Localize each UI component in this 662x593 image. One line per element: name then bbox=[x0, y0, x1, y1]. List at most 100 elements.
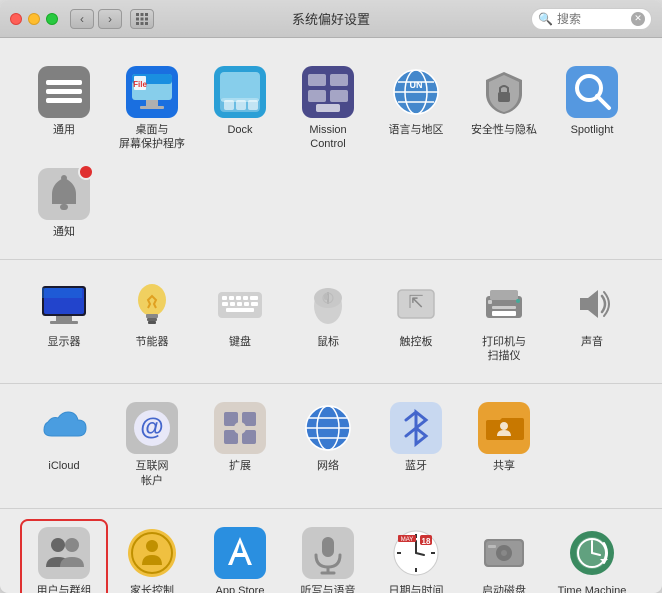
forward-button[interactable]: › bbox=[98, 9, 122, 29]
svg-text:UN: UN bbox=[410, 80, 423, 90]
pref-internet[interactable]: @ 互联网帐户 bbox=[108, 394, 196, 496]
svg-text:File: File bbox=[133, 80, 147, 89]
parental-label: 家长控制 bbox=[130, 584, 174, 593]
pref-parental[interactable]: 家长控制 bbox=[108, 519, 196, 593]
section-row: 用户与群组 家长控制 bbox=[20, 519, 642, 593]
back-button[interactable]: ‹ bbox=[70, 9, 94, 29]
grid-button[interactable] bbox=[130, 9, 154, 29]
desktop-label: 桌面与屏幕保护程序 bbox=[119, 123, 185, 152]
pref-sound[interactable]: 声音 bbox=[548, 270, 636, 372]
notification-icon bbox=[38, 168, 90, 220]
pref-extensions[interactable]: 扩展 bbox=[196, 394, 284, 496]
internet-label: 互联网帐户 bbox=[136, 459, 169, 488]
section-row: 通用 File bbox=[20, 58, 642, 247]
energy-icon bbox=[126, 278, 178, 330]
language-label: 语言与地区 bbox=[389, 123, 444, 137]
pref-appstore[interactable]: App Store bbox=[196, 519, 284, 593]
search-input[interactable] bbox=[557, 12, 627, 26]
pref-desktop[interactable]: File 桌面与屏幕保护程序 bbox=[108, 58, 196, 160]
bluetooth-label: 蓝牙 bbox=[405, 459, 427, 473]
pref-display[interactable]: 显示器 bbox=[20, 270, 108, 372]
close-button[interactable] bbox=[10, 13, 22, 25]
language-icon: UN bbox=[390, 66, 442, 118]
sharing-label: 共享 bbox=[493, 459, 515, 473]
svg-text:MAY: MAY bbox=[401, 537, 414, 543]
preferences-content: 通用 File bbox=[0, 38, 662, 593]
pref-keyboard[interactable]: 键盘 bbox=[196, 270, 284, 372]
icloud-label: iCloud bbox=[48, 459, 79, 473]
pref-sharing[interactable]: 共享 bbox=[460, 394, 548, 496]
pref-users[interactable]: 用户与群组 bbox=[20, 519, 108, 593]
minimize-button[interactable] bbox=[28, 13, 40, 25]
maximize-button[interactable] bbox=[46, 13, 58, 25]
datetime-label: 日期与时间 bbox=[389, 584, 444, 593]
general-icon bbox=[38, 66, 90, 118]
notification-badge bbox=[78, 164, 94, 180]
keyboard-icon bbox=[214, 278, 266, 330]
section-personal: 通用 File bbox=[0, 48, 662, 260]
search-box[interactable]: 🔍 ✕ bbox=[531, 8, 652, 30]
dictation-icon bbox=[302, 527, 354, 579]
section-system: 用户与群组 家长控制 bbox=[0, 509, 662, 593]
section-row: 显示器 节能器 bbox=[20, 270, 642, 372]
pref-printer[interactable]: 打印机与扫描仪 bbox=[460, 270, 548, 372]
pref-general[interactable]: 通用 bbox=[20, 58, 108, 160]
pref-timemachine[interactable]: Time Machine bbox=[548, 519, 636, 593]
traffic-lights bbox=[10, 13, 58, 25]
timemachine-icon bbox=[566, 527, 618, 579]
energy-label: 节能器 bbox=[136, 335, 169, 349]
dictation-label: 听写与语音 bbox=[301, 584, 356, 593]
desktop-icon: File bbox=[126, 66, 178, 118]
titlebar: ‹ › 系统偏好设置 🔍 ✕ bbox=[0, 0, 662, 38]
timemachine-label: Time Machine bbox=[558, 584, 627, 593]
pref-dock[interactable]: Dock bbox=[196, 58, 284, 160]
pref-security[interactable]: 安全性与隐私 bbox=[460, 58, 548, 160]
search-clear-button[interactable]: ✕ bbox=[631, 12, 645, 26]
display-label: 显示器 bbox=[48, 335, 81, 349]
sharing-icon bbox=[478, 402, 530, 454]
pref-energy[interactable]: 节能器 bbox=[108, 270, 196, 372]
mission-icon bbox=[302, 66, 354, 118]
icloud-icon bbox=[38, 402, 90, 454]
pref-bluetooth[interactable]: 蓝牙 bbox=[372, 394, 460, 496]
internet-icon: @ bbox=[126, 402, 178, 454]
svg-text:@: @ bbox=[140, 414, 163, 441]
window-title: 系统偏好设置 bbox=[292, 9, 370, 28]
svg-text:18: 18 bbox=[422, 537, 431, 546]
startup-label: 启动磁盘 bbox=[482, 584, 526, 593]
spotlight-label: Spotlight bbox=[571, 123, 614, 137]
pref-trackpad[interactable]: ⇱ 触控板 bbox=[372, 270, 460, 372]
pref-mission[interactable]: MissionControl bbox=[284, 58, 372, 160]
sound-label: 声音 bbox=[581, 335, 603, 349]
pref-language[interactable]: UN 语言与地区 bbox=[372, 58, 460, 160]
pref-notification[interactable]: 通知 bbox=[20, 160, 108, 247]
pref-icloud[interactable]: iCloud bbox=[20, 394, 108, 496]
nav-buttons: ‹ › bbox=[70, 9, 122, 29]
extensions-label: 扩展 bbox=[229, 459, 251, 473]
dock-icon bbox=[214, 66, 266, 118]
security-label: 安全性与隐私 bbox=[471, 123, 537, 137]
search-icon: 🔍 bbox=[538, 12, 553, 26]
pref-mouse[interactable]: 鼠标 bbox=[284, 270, 372, 372]
users-icon bbox=[38, 527, 90, 579]
keyboard-label: 键盘 bbox=[229, 335, 251, 349]
display-icon bbox=[38, 278, 90, 330]
pref-datetime[interactable]: 18 MAY 日期与时间 bbox=[372, 519, 460, 593]
datetime-icon: 18 MAY bbox=[390, 527, 442, 579]
pref-dictation[interactable]: 听写与语音 bbox=[284, 519, 372, 593]
network-label: 网络 bbox=[317, 459, 339, 473]
notification-label: 通知 bbox=[53, 225, 75, 239]
pref-spotlight[interactable]: Spotlight bbox=[548, 58, 636, 160]
parental-icon bbox=[126, 527, 178, 579]
mouse-label: 鼠标 bbox=[317, 335, 339, 349]
mouse-icon bbox=[302, 278, 354, 330]
pref-startup[interactable]: 启动磁盘 bbox=[460, 519, 548, 593]
section-row: iCloud @ 互联网帐户 bbox=[20, 394, 642, 496]
bluetooth-icon bbox=[390, 402, 442, 454]
appstore-icon bbox=[214, 527, 266, 579]
system-preferences-window: ‹ › 系统偏好设置 🔍 ✕ bbox=[0, 0, 662, 593]
pref-network[interactable]: 网络 bbox=[284, 394, 372, 496]
sound-icon bbox=[566, 278, 618, 330]
section-hardware: 显示器 节能器 bbox=[0, 260, 662, 385]
section-internet: iCloud @ 互联网帐户 bbox=[0, 384, 662, 509]
